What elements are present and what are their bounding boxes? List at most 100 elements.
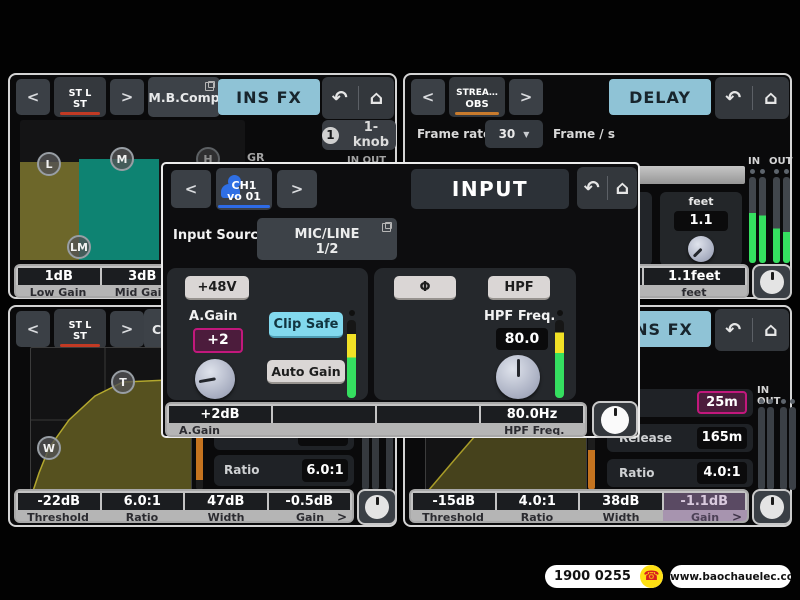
tab-delay[interactable]: DELAY <box>609 79 711 115</box>
ratio-value-box[interactable]: 4.0:1 <box>697 462 747 484</box>
hpf-freq-knob[interactable] <box>496 355 540 399</box>
channel-select-button[interactable]: CH1 vo 01 <box>216 168 272 210</box>
prev-channel-button[interactable]: < <box>16 79 50 115</box>
undo-icon[interactable]: ↶ <box>715 309 752 351</box>
system-nav: ↶ ⌂ <box>715 77 789 119</box>
band-handle-l[interactable]: L <box>37 152 61 176</box>
meter-peak-led <box>790 399 795 404</box>
copy-icon <box>205 81 215 91</box>
phone-badge: 1900 0255 ☎ <box>545 565 663 588</box>
chevron-right-icon[interactable]: > <box>337 510 347 523</box>
clip-safe-button[interactable]: Clip Safe <box>269 312 343 338</box>
channel-name: vo 01 <box>216 191 272 203</box>
home-icon[interactable]: ⌂ <box>753 309 790 351</box>
next-channel-button[interactable]: > <box>277 170 317 208</box>
hpf-freq-value-box[interactable]: 80.0 <box>496 328 548 350</box>
touch-knob-button[interactable] <box>752 489 792 525</box>
channel-color-bar <box>60 112 100 115</box>
param-value[interactable]: 38dB <box>580 493 662 510</box>
param-label: Ratio <box>495 510 579 523</box>
frame-rate-dropdown[interactable]: 30 ▼ <box>485 120 543 148</box>
param-value[interactable]: -0.5dB <box>269 493 351 510</box>
input-dialog: < CH1 vo 01 > INPUT ↶ ⌂ Input Source MIC… <box>161 162 640 438</box>
channel-select-button[interactable]: ST L ST <box>54 309 106 349</box>
website-url: www.baochauelec.com <box>670 571 791 583</box>
param-value[interactable]: -1.1dB <box>664 493 746 510</box>
meter-peak-led <box>774 169 779 174</box>
touch-knob-button[interactable] <box>357 489 397 525</box>
release-value-box[interactable]: 165m <box>697 427 747 449</box>
band-handle-m[interactable]: M <box>110 147 134 171</box>
tab-ins-fx[interactable]: INS FX <box>218 79 320 115</box>
ratio-value-box[interactable]: 6.0:1 <box>302 459 348 482</box>
frame-rate-label: Frame rate <box>417 127 491 141</box>
param-value[interactable] <box>273 406 375 423</box>
next-channel-button[interactable]: > <box>110 79 144 115</box>
hpf-group: Φ HPF HPF Freq. 80.0 <box>374 268 576 400</box>
param-value[interactable]: 47dB <box>185 493 267 510</box>
home-icon[interactable]: ⌂ <box>608 167 638 209</box>
home-icon[interactable]: ⌂ <box>359 77 395 119</box>
param-label: A.Gain <box>167 423 281 437</box>
undo-icon[interactable]: ↶ <box>715 77 752 119</box>
prev-channel-button[interactable]: < <box>171 170 211 208</box>
param-value[interactable]: 1.1feet <box>644 268 745 285</box>
channel-select-button[interactable]: STREA… OBS <box>449 77 505 117</box>
again-label: A.Gain <box>189 309 237 324</box>
phase-button[interactable]: Φ <box>394 276 456 300</box>
param-label: Ratio <box>100 510 184 523</box>
channel-select-button[interactable]: ST L ST <box>54 77 106 117</box>
copy-icon <box>382 222 392 232</box>
chevron-down-icon: ▼ <box>523 130 529 139</box>
feet-knob[interactable] <box>688 236 714 262</box>
param-value[interactable]: 80.0Hz <box>481 406 583 423</box>
peak-led <box>557 310 563 316</box>
touch-knob-button[interactable] <box>592 401 638 438</box>
param-value[interactable]: 4.0:1 <box>497 493 579 510</box>
undo-icon[interactable]: ↶ <box>577 167 607 209</box>
prev-channel-button[interactable]: < <box>411 79 445 115</box>
channel-name: ST <box>54 331 106 343</box>
meter-peak-led <box>781 399 786 404</box>
channel-id: ST L <box>54 320 106 331</box>
undo-icon[interactable]: ↶ <box>322 77 358 119</box>
input-source-line1: MIC/LINE <box>257 227 397 242</box>
feet-value[interactable]: 1.1 <box>674 211 728 231</box>
chevron-right-icon[interactable]: > <box>732 510 742 523</box>
auto-gain-button[interactable]: Auto Gain <box>267 360 345 384</box>
prev-channel-button[interactable]: < <box>16 311 50 347</box>
param-value[interactable]: -15dB <box>413 493 495 510</box>
knob-icon <box>601 406 629 434</box>
library-button[interactable]: M.B.Comp <box>148 77 220 117</box>
width-handle[interactable]: W <box>37 436 61 460</box>
in-meter <box>749 177 756 263</box>
ratio-row: Ratio 6.0:1 <box>214 455 354 486</box>
input-source-label: Input Source <box>173 228 267 243</box>
one-knob-button[interactable]: 1 1-knob <box>322 120 396 150</box>
param-value[interactable]: 6.0:1 <box>102 493 184 510</box>
again-knob[interactable] <box>195 359 235 399</box>
band-handle-lm[interactable]: LM <box>67 235 91 259</box>
home-icon[interactable]: ⌂ <box>753 77 790 119</box>
channel-name: ST <box>54 99 106 111</box>
parameter-footer: +2dB 80.0Hz A.Gain HPF Freq. <box>165 402 587 437</box>
next-channel-button[interactable]: > <box>509 79 543 115</box>
phantom-48v-button[interactable]: +48V <box>185 276 249 300</box>
out-label: OUT <box>769 156 792 167</box>
param-value[interactable]: +2dB <box>169 406 271 423</box>
input-source-button[interactable]: MIC/LINE 1/2 <box>257 218 397 260</box>
param-value[interactable]: -22dB <box>18 493 100 510</box>
attack-value-box[interactable]: 25m <box>697 391 747 414</box>
next-channel-button[interactable]: > <box>110 311 144 347</box>
again-value-box[interactable]: +2 <box>193 328 243 353</box>
param-value[interactable] <box>377 406 479 423</box>
param-label: Gain> <box>268 510 352 523</box>
knob-icon <box>760 270 784 294</box>
hpf-button[interactable]: HPF <box>488 276 550 300</box>
touch-knob-button[interactable] <box>752 264 792 300</box>
param-label: feet <box>641 285 747 298</box>
param-value[interactable]: 1dB <box>18 268 100 285</box>
threshold-handle[interactable]: T <box>111 370 135 394</box>
level-bar <box>555 320 564 398</box>
one-knob-icon: 1 <box>322 127 339 144</box>
